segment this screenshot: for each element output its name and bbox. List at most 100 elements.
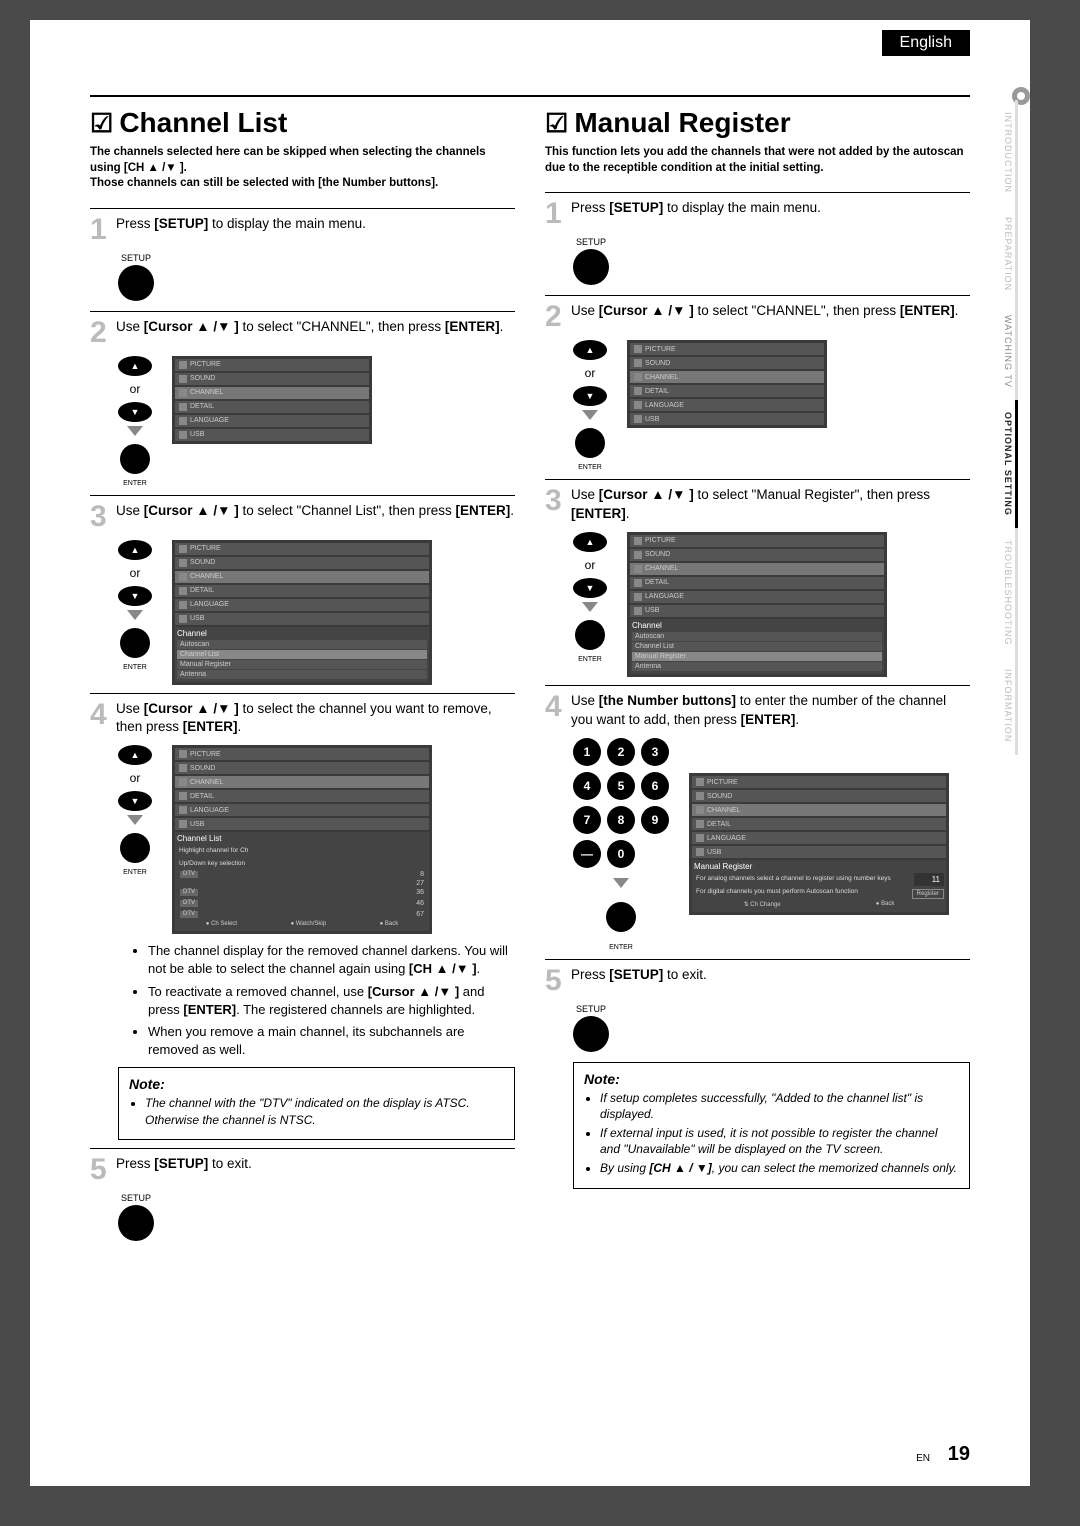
- osd-channel-submenu: PICTURE SOUND CHANNEL DETAIL LANGUAGE US…: [172, 540, 432, 685]
- step-number: 2: [545, 302, 571, 332]
- cursor-down-icon: ▼: [118, 791, 152, 811]
- language-tab-bar: English: [882, 30, 970, 56]
- osd-item: LANGUAGE: [630, 591, 884, 603]
- osd-item: LANGUAGE: [175, 415, 369, 427]
- setup-label: SETUP: [576, 1004, 606, 1014]
- osd-item: DETAIL: [692, 818, 946, 830]
- flow-arrow-icon: [582, 602, 598, 612]
- numpad-key: 0: [607, 840, 635, 868]
- picture-icon: [634, 345, 642, 353]
- setup-circle-icon: [573, 1016, 609, 1052]
- step-body: Press [SETUP] to display the main menu.: [571, 199, 970, 229]
- check-icon: ☑: [90, 108, 113, 138]
- cursor-up-icon: ▲: [573, 532, 607, 552]
- osd-item: SOUND: [630, 357, 824, 369]
- enter-button-icon: [575, 428, 605, 458]
- enter-button-icon: [575, 620, 605, 650]
- usb-icon: [696, 848, 704, 856]
- or-label: or: [130, 382, 141, 396]
- osd-channel-list: PICTURE SOUND CHANNEL DETAIL LANGUAGE US…: [172, 745, 432, 934]
- step-number: 3: [90, 502, 116, 532]
- osd-subitem: Autoscan: [177, 640, 427, 649]
- osd-channel-row: 27: [177, 879, 427, 888]
- osd-submenu-head: Channel: [177, 629, 427, 638]
- osd-item: SOUND: [175, 557, 429, 569]
- cursor-enter-graphic: ▲ or ▼ ENTER: [573, 340, 607, 471]
- osd-item: PICTURE: [175, 748, 429, 760]
- cursor-up-icon: ▲: [118, 356, 152, 376]
- manual-register-intro: This function lets you add the channels …: [545, 145, 970, 176]
- step-number: 1: [545, 199, 571, 229]
- sound-icon: [696, 792, 704, 800]
- side-tab-optional-setting: OPTIONAL SETTING: [1001, 400, 1018, 528]
- enter-button-icon: [120, 444, 150, 474]
- side-tab-troubleshooting: TROUBLESHOOTING: [1001, 528, 1018, 658]
- side-tab-information: INFORMATION: [1001, 657, 1018, 754]
- step-body: Press [SETUP] to exit.: [116, 1155, 515, 1185]
- osd-item: PICTURE: [175, 359, 369, 371]
- bullet-item: To reactivate a removed channel, use [Cu…: [148, 983, 515, 1019]
- channel-icon: [179, 778, 187, 786]
- osd-item: USB: [692, 846, 946, 858]
- note-item: By using [CH ▲ / ▼], you can select the …: [600, 1160, 959, 1176]
- detail-icon: [179, 587, 187, 595]
- numpad-key: 4: [573, 772, 601, 800]
- picture-icon: [634, 537, 642, 545]
- osd-item: CHANNEL: [630, 563, 884, 575]
- step-body: Press [SETUP] to display the main menu.: [116, 215, 515, 245]
- step-number: 2: [90, 318, 116, 348]
- step-2: 2 Use [Cursor ▲ /▼ ] to select "CHANNEL"…: [545, 295, 970, 332]
- osd-footer: ⇅ Ch Change ● Back: [694, 899, 944, 910]
- channel-list-section: ☑ Channel List The channels selected here…: [90, 107, 515, 1251]
- numpad-enter-graphic: 123456789—0 ENTER: [573, 738, 669, 951]
- numpad-key: 5: [607, 772, 635, 800]
- bullet-item: The channel display for the removed chan…: [148, 942, 515, 978]
- osd-item: DETAIL: [630, 577, 884, 589]
- osd-subitem: Channel List: [632, 642, 882, 651]
- osd-item: USB: [175, 429, 369, 441]
- picture-icon: [696, 778, 704, 786]
- setup-button-graphic: SETUP: [118, 253, 154, 303]
- or-label: or: [585, 366, 596, 380]
- osd-subitem-selected: Channel List: [177, 650, 427, 659]
- language-icon: [696, 834, 704, 842]
- enter-label: ENTER: [578, 464, 602, 471]
- osd-item: SOUND: [630, 549, 884, 561]
- sound-icon: [634, 551, 642, 559]
- channel-icon: [634, 565, 642, 573]
- numpad-key: 8: [607, 806, 635, 834]
- language-icon: [634, 593, 642, 601]
- enter-label: ENTER: [123, 664, 147, 671]
- channel-list-intro: The channels selected here can be skippe…: [90, 145, 515, 192]
- cursor-enter-graphic: ▲ or ▼ ENTER: [118, 540, 152, 671]
- osd-item: DETAIL: [175, 585, 429, 597]
- osd-main-menu: PICTURE SOUND CHANNEL DETAIL LANGUAGE US…: [172, 356, 372, 444]
- usb-icon: [634, 415, 642, 423]
- osd-item: LANGUAGE: [175, 804, 429, 816]
- language-tab: English: [882, 30, 970, 56]
- osd-item: USB: [630, 413, 824, 425]
- osd-item: PICTURE: [630, 343, 824, 355]
- step-body: Use [Cursor ▲ /▼ ] to select "CHANNEL", …: [116, 318, 515, 348]
- numpad-key: 1: [573, 738, 601, 766]
- channel-icon: [179, 573, 187, 581]
- osd-manual-register: PICTURE SOUND CHANNEL DETAIL LANGUAGE US…: [689, 773, 949, 915]
- osd-item: CHANNEL: [692, 804, 946, 816]
- sound-icon: [179, 764, 187, 772]
- enter-label: ENTER: [123, 869, 147, 876]
- osd-channel-number: 11: [914, 873, 944, 886]
- setup-label: SETUP: [121, 1193, 151, 1203]
- step-number: 1: [90, 215, 116, 245]
- step-3: 3 Use [Cursor ▲ /▼ ] to select "Manual R…: [545, 479, 970, 524]
- step-body: Use [Cursor ▲ /▼ ] to select "Channel Li…: [116, 502, 515, 532]
- cursor-up-icon: ▲: [573, 340, 607, 360]
- osd-item: LANGUAGE: [630, 399, 824, 411]
- cursor-down-icon: ▼: [573, 578, 607, 598]
- osd-item: DETAIL: [630, 385, 824, 397]
- osd-hint: Highlight channel for Ch: [177, 845, 427, 857]
- numpad-key: 6: [641, 772, 669, 800]
- channel-list-bullets: The channel display for the removed chan…: [136, 942, 515, 1059]
- manual-page: English INTRODUCTION PREPARATION WATCHIN…: [30, 20, 1030, 1486]
- osd-item: PICTURE: [692, 776, 946, 788]
- usb-icon: [179, 820, 187, 828]
